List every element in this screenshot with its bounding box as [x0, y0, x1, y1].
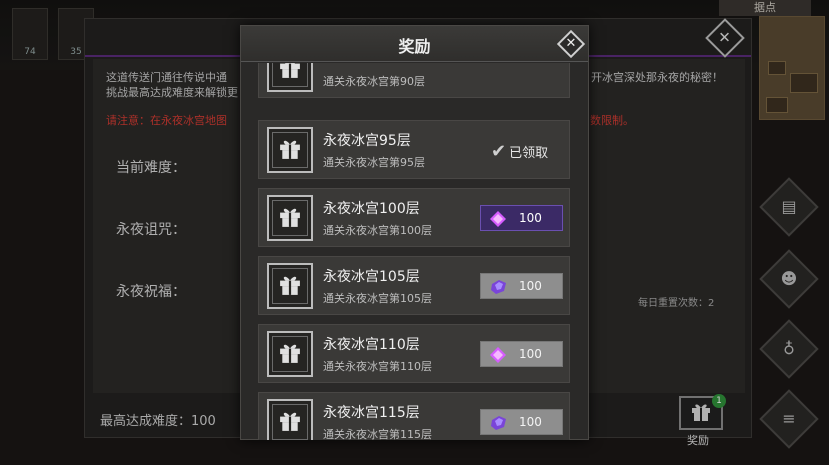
reward-item: 永夜冰宫95层 通关永夜冰宫第95层 ✔ 已领取	[258, 120, 570, 179]
reward-icon-box	[267, 263, 313, 309]
claimed-status: ✔ 已领取	[491, 141, 548, 162]
reward-name: 永夜冰宫115层	[323, 405, 420, 421]
gift-icon	[280, 140, 300, 159]
reward-subtitle: 通关永夜冰宫第105层	[323, 292, 432, 305]
checkmark-icon: ✔	[491, 141, 507, 162]
reward-item: 永夜冰宫100层 通关永夜冰宫第100层 100	[258, 188, 570, 247]
reward-amount: 100	[519, 279, 542, 293]
claim-button[interactable]: 100	[480, 273, 563, 299]
reward-name: 永夜冰宫110层	[323, 337, 420, 353]
gift-icon	[280, 412, 300, 431]
gem-icon	[490, 347, 506, 363]
claim-button[interactable]: 100	[480, 341, 563, 367]
claim-button[interactable]: 100	[480, 205, 563, 231]
reward-icon-box	[267, 63, 313, 92]
reward-subtitle: 通关永夜冰宫第90层	[323, 75, 425, 88]
reward-dialog: 奖励 ✕ 通关永夜冰宫第90层 永夜冰宫95层 通关永夜冰宫第95层 ✔ 已领取…	[240, 25, 589, 440]
gift-icon	[280, 63, 300, 78]
reward-name: 永夜冰宫105层	[323, 269, 420, 285]
dialog-title: 奖励	[398, 37, 431, 56]
gift-icon	[280, 208, 300, 227]
reward-item: 永夜冰宫105层 通关永夜冰宫第105层 100	[258, 256, 570, 315]
claimed-label: 已领取	[509, 146, 549, 161]
claim-button[interactable]: 100	[480, 409, 563, 435]
reward-subtitle: 通关永夜冰宫第115层	[323, 428, 432, 440]
crystal-icon	[491, 416, 506, 430]
reward-icon-box	[267, 127, 313, 173]
reward-list[interactable]: 通关永夜冰宫第90层 永夜冰宫95层 通关永夜冰宫第95层 ✔ 已领取 永夜冰宫…	[241, 63, 588, 440]
gift-icon	[280, 344, 300, 363]
reward-icon-box	[267, 399, 313, 440]
reward-amount: 100	[519, 347, 542, 361]
reward-amount: 100	[519, 415, 542, 429]
dialog-header: 奖励 ✕	[241, 26, 588, 62]
reward-subtitle: 通关永夜冰宫第110层	[323, 360, 432, 373]
gift-icon	[280, 276, 300, 295]
reward-item: 永夜冰宫110层 通关永夜冰宫第110层 100	[258, 324, 570, 383]
reward-amount: 100	[519, 211, 542, 225]
reward-name: 永夜冰宫95层	[323, 133, 411, 149]
gem-icon	[490, 211, 506, 227]
close-icon: ✕	[565, 35, 577, 51]
reward-item: 永夜冰宫115层 通关永夜冰宫第115层 100	[258, 392, 570, 440]
crystal-icon	[491, 280, 506, 294]
reward-icon-box	[267, 195, 313, 241]
reward-subtitle: 通关永夜冰宫第100层	[323, 224, 432, 237]
reward-name: 永夜冰宫100层	[323, 201, 420, 217]
reward-subtitle: 通关永夜冰宫第95层	[323, 156, 425, 169]
reward-item: 通关永夜冰宫第90层	[258, 63, 570, 98]
reward-icon-box	[267, 331, 313, 377]
